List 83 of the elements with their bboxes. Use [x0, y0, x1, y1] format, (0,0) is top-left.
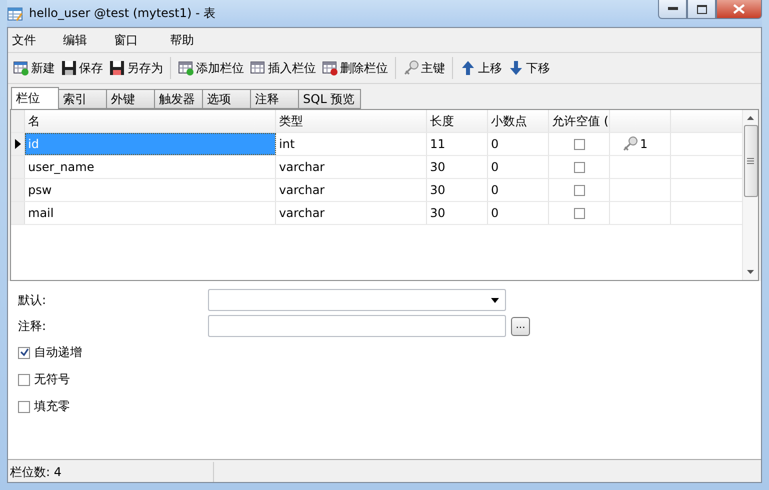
table-cell: int [276, 133, 427, 155]
table-cell: psw [25, 179, 276, 201]
checkbox[interactable] [574, 184, 584, 196]
tab[interactable]: 选项 [203, 89, 251, 109]
key-icon [622, 136, 638, 152]
toolbar-button[interactable]: 主键 [400, 56, 448, 80]
add-column-icon [178, 60, 194, 76]
table-cell: 0 [488, 179, 549, 201]
default-dropdown[interactable] [208, 289, 506, 311]
down-arrow-icon [508, 60, 524, 76]
column-header[interactable]: 长度 [427, 110, 488, 132]
checkbox[interactable] [574, 208, 584, 218]
table-cell: 30 [427, 202, 488, 224]
checkbox-label: 填充零 [34, 398, 70, 415]
toolbar-button[interactable]: 添加栏位 [175, 56, 247, 80]
window-title: hello_user @test (mytest1) - 表 [29, 5, 216, 22]
table-cell: varchar [276, 202, 427, 224]
save-as-icon [109, 60, 125, 76]
tab[interactable]: 栏位 [11, 87, 59, 109]
checkbox[interactable] [18, 374, 30, 386]
scroll-up-icon [747, 116, 754, 120]
key-icon [403, 60, 419, 76]
scrollbar[interactable] [742, 110, 758, 280]
scroll-down-icon [747, 270, 754, 274]
table-cell: user_name [25, 156, 276, 178]
toolbar-button[interactable]: 插入栏位 [247, 56, 319, 80]
column-header[interactable]: 名 [25, 110, 276, 132]
row-header[interactable] [11, 133, 25, 155]
field-label: 注释: [18, 318, 48, 334]
more-button[interactable]: ... [511, 316, 530, 336]
grip-icon [747, 158, 754, 164]
column-header[interactable]: 允许空值 ( [549, 110, 610, 132]
checkbox[interactable] [574, 162, 584, 172]
checkbox[interactable] [18, 346, 30, 358]
table-cell: 11 [427, 133, 488, 155]
tab[interactable]: 外键 [107, 89, 155, 109]
toolbar-button[interactable]: 上移 [457, 56, 505, 80]
table-cell: 30 [427, 156, 488, 178]
column-header[interactable]: 小数点 [488, 110, 549, 132]
menu-item[interactable]: 窗口 [111, 32, 166, 48]
toolbar-button[interactable]: 下移 [505, 56, 553, 80]
toolbar-button[interactable]: 另存为 [106, 56, 166, 80]
menu-item[interactable]: 帮助 [167, 32, 217, 48]
table-icon [7, 6, 23, 22]
checkbox[interactable] [574, 138, 584, 150]
tab[interactable]: 索引 [59, 89, 107, 109]
column-header[interactable]: 类型 [276, 110, 427, 132]
minimize-button[interactable] [658, 0, 687, 19]
close-icon [733, 4, 745, 14]
minimize-icon [668, 7, 678, 11]
insert-column-icon [250, 60, 266, 76]
toolbar-button[interactable]: 保存 [58, 56, 106, 80]
status-text: 栏位数: 4 [8, 462, 214, 482]
menu-item[interactable]: 编辑 [60, 32, 110, 48]
tab[interactable]: 注释 [251, 89, 299, 109]
table-cell: 0 [488, 133, 549, 155]
checkbox-label: 无符号 [34, 371, 70, 388]
delete-column-icon [322, 60, 338, 76]
maximize-icon [696, 4, 706, 14]
tab[interactable]: SQL 预览 [299, 89, 361, 109]
caret-icon [491, 298, 499, 302]
save-icon [61, 60, 77, 76]
new-table-icon [13, 60, 29, 76]
up-arrow-icon [460, 60, 476, 76]
table-cell: mail [25, 202, 276, 224]
table-cell: 0 [488, 156, 549, 178]
checkbox-label: 自动递增 [34, 344, 82, 361]
toolbar-button[interactable]: 删除栏位 [319, 56, 391, 80]
key-number: 1 [640, 137, 648, 151]
checkbox[interactable] [18, 400, 30, 412]
comment-field[interactable] [208, 315, 506, 337]
table-cell: 0 [488, 202, 549, 224]
table-cell: 30 [427, 179, 488, 201]
row-pointer-icon [14, 139, 20, 149]
menu-item[interactable]: 文件 [9, 32, 59, 48]
table-cell: id [25, 133, 276, 155]
table-cell: varchar [276, 179, 427, 201]
table-cell: varchar [276, 156, 427, 178]
tab[interactable]: 触发器 [155, 89, 203, 109]
toolbar-button[interactable]: 新建 [10, 56, 58, 80]
field-label: 默认: [18, 292, 48, 308]
maximize-button[interactable] [687, 0, 716, 19]
close-button[interactable] [716, 0, 762, 19]
